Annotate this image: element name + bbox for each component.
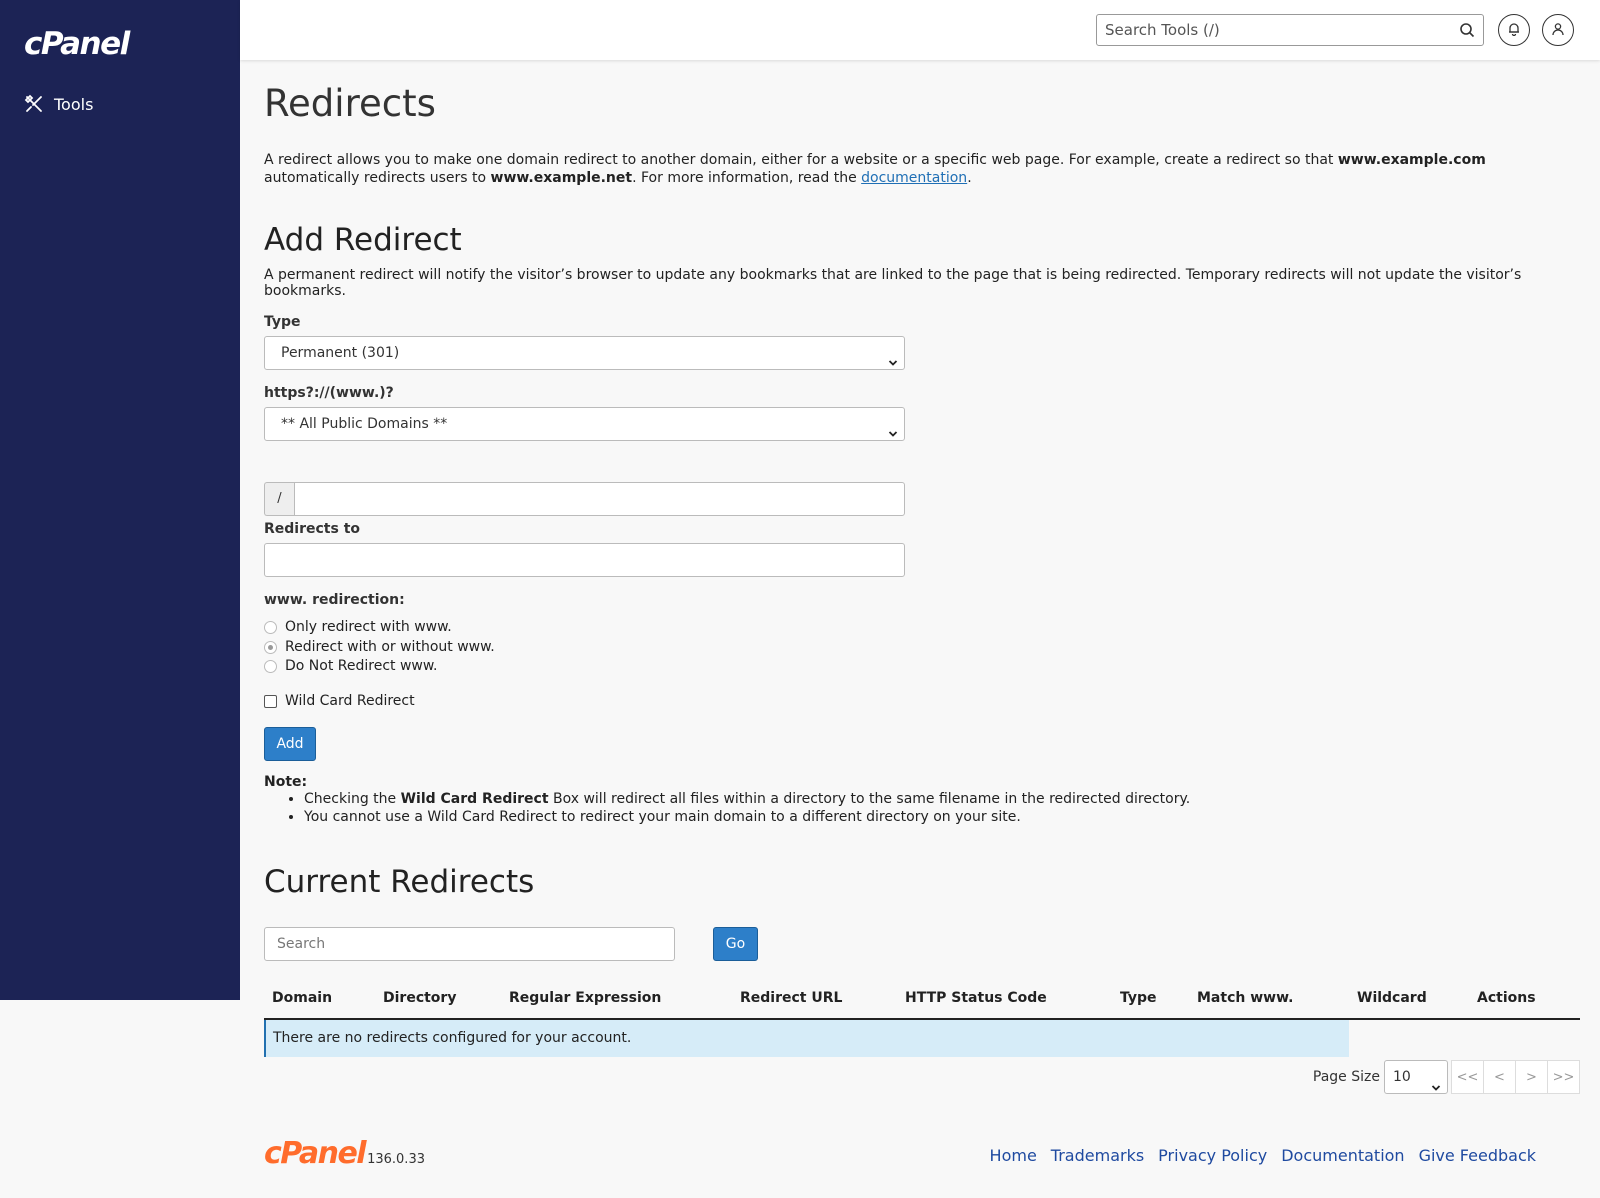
example-domain-to: www.example.net [490, 170, 633, 186]
chevron-down-icon [888, 419, 898, 451]
next-page-button[interactable]: > [1515, 1060, 1548, 1094]
note: Note: Checking the Wild Card Redirect Bo… [264, 774, 1190, 826]
first-page-button[interactable]: << [1451, 1060, 1484, 1094]
redirects-to-label: Redirects to [264, 521, 361, 537]
footer-logo-text: cPanel [264, 1136, 367, 1171]
column-header-actions: Actions [1477, 990, 1536, 1006]
domain-select-value: ** All Public Domains ** [281, 416, 448, 432]
current-redirects-heading: Current Redirects [264, 864, 535, 900]
radio-only-with-www[interactable]: Only redirect with www. [264, 619, 452, 635]
notifications-button[interactable] [1498, 14, 1530, 46]
footer-link-trademarks[interactable]: Trademarks [1051, 1146, 1144, 1165]
note-bold: Wild Card Redirect [400, 791, 549, 807]
last-page-button[interactable]: >> [1547, 1060, 1580, 1094]
column-header-domain[interactable]: Domain [272, 990, 332, 1006]
footer-link-documentation[interactable]: Documentation [1281, 1146, 1404, 1165]
radio-label: Do Not Redirect www. [285, 658, 438, 674]
intro-text-part: . For more information, read the [632, 170, 862, 186]
column-header-http-status-code[interactable]: HTTP Status Code [905, 990, 1047, 1006]
add-redirect-description: A permanent redirect will notify the vis… [264, 267, 1522, 299]
bell-icon [1507, 21, 1521, 40]
example-domain-from: www.example.com [1337, 152, 1486, 168]
footer-link-privacy-policy[interactable]: Privacy Policy [1158, 1146, 1267, 1165]
note-text: Box will redirect all files within a dir… [548, 791, 1191, 807]
go-button[interactable]: Go [713, 927, 758, 961]
intro-text-part: A redirect allows you to make one domain… [264, 152, 1338, 168]
note-text: Checking the [304, 791, 401, 807]
add-button[interactable]: Add [264, 727, 316, 761]
column-header-match-www[interactable]: Match www. [1197, 990, 1293, 1006]
page-size-label: Page Size [1312, 1069, 1380, 1085]
radio-do-not-redirect-www[interactable]: Do Not Redirect www. [264, 658, 437, 674]
intro-text: A redirect allows you to make one domain… [264, 151, 1582, 187]
sidebar: cPanel Tools [0, 0, 240, 1000]
note-list: Checking the Wild Card Redirect Box will… [264, 790, 1190, 826]
radio-button[interactable] [264, 659, 277, 673]
path-input[interactable] [294, 482, 905, 516]
footer-link-home[interactable]: Home [990, 1146, 1037, 1165]
chevron-down-icon [1431, 1073, 1441, 1105]
type-select-value: Permanent (301) [281, 345, 400, 361]
logo-text: cPanel [24, 26, 130, 62]
column-header-type[interactable]: Type [1120, 990, 1157, 1006]
column-header-directory[interactable]: Directory [383, 990, 456, 1006]
sidebar-item-tools[interactable]: Tools [24, 94, 93, 114]
version-number: 136.0.33 [367, 1152, 425, 1167]
radio-with-or-without-www[interactable]: Redirect with or without www. [264, 639, 495, 655]
wildcard-redirect-checkbox[interactable]: Wild Card Redirect [264, 693, 415, 709]
domain-select[interactable]: ** All Public Domains ** [264, 407, 905, 441]
path-prefix: / [264, 482, 294, 516]
intro-text-part: . [967, 170, 972, 186]
radio-label: Redirect with or without www. [285, 639, 495, 655]
add-redirect-heading: Add Redirect [264, 222, 462, 258]
table-header: Domain Directory Regular Expression Redi… [264, 978, 1580, 1020]
radio-button[interactable] [264, 620, 277, 634]
previous-page-button[interactable]: < [1483, 1060, 1516, 1094]
checkbox[interactable] [264, 694, 277, 708]
footer-links: Home Trademarks Privacy Policy Documenta… [990, 1146, 1536, 1165]
page-size-select[interactable]: 10 [1384, 1060, 1448, 1094]
page-size-value: 10 [1393, 1069, 1411, 1085]
cpanel-logo[interactable]: cPanel [24, 26, 130, 62]
tools-icon [24, 94, 44, 114]
redirects-to-input[interactable] [264, 543, 905, 577]
footer-logo[interactable]: cPanel 136.0.33 [264, 1139, 425, 1169]
sidebar-item-label: Tools [54, 94, 94, 114]
radio-label: Only redirect with www. [285, 619, 452, 635]
note-item: Checking the Wild Card Redirect Box will… [304, 790, 1190, 808]
redirects-search-field[interactable] [264, 927, 675, 961]
search-tools-field[interactable] [1096, 14, 1484, 46]
checkbox-label: Wild Card Redirect [285, 693, 415, 709]
type-label: Type [264, 314, 301, 330]
domain-label: https?://(www.)? [264, 385, 394, 401]
intro-text-part: automatically redirects users to [264, 170, 491, 186]
chevron-down-icon [888, 348, 898, 380]
path-field: / [264, 482, 905, 516]
user-icon [1551, 21, 1565, 40]
column-header-regular-expression[interactable]: Regular Expression [509, 990, 661, 1006]
documentation-link[interactable]: documentation [861, 170, 967, 186]
redirects-search-input[interactable] [265, 928, 674, 960]
search-icon[interactable] [1459, 22, 1475, 42]
column-header-redirect-url[interactable]: Redirect URL [740, 990, 842, 1006]
column-header-wildcard[interactable]: Wildcard [1357, 990, 1427, 1006]
empty-table-message: There are no redirects configured for yo… [264, 1020, 1349, 1057]
note-item: You cannot use a Wild Card Redirect to r… [304, 808, 1190, 826]
type-select[interactable]: Permanent (301) [264, 336, 905, 370]
user-menu-button[interactable] [1542, 14, 1574, 46]
page-title: Redirects [264, 82, 436, 125]
search-tools-input[interactable] [1097, 15, 1437, 45]
www-redirection-label: www. redirection: [264, 592, 405, 608]
pagination: Page Size 10 << < > >> [1313, 1060, 1580, 1094]
top-bar [240, 0, 1600, 60]
note-title: Note: [264, 774, 308, 790]
footer-link-give-feedback[interactable]: Give Feedback [1419, 1146, 1536, 1165]
radio-button[interactable] [264, 640, 277, 654]
